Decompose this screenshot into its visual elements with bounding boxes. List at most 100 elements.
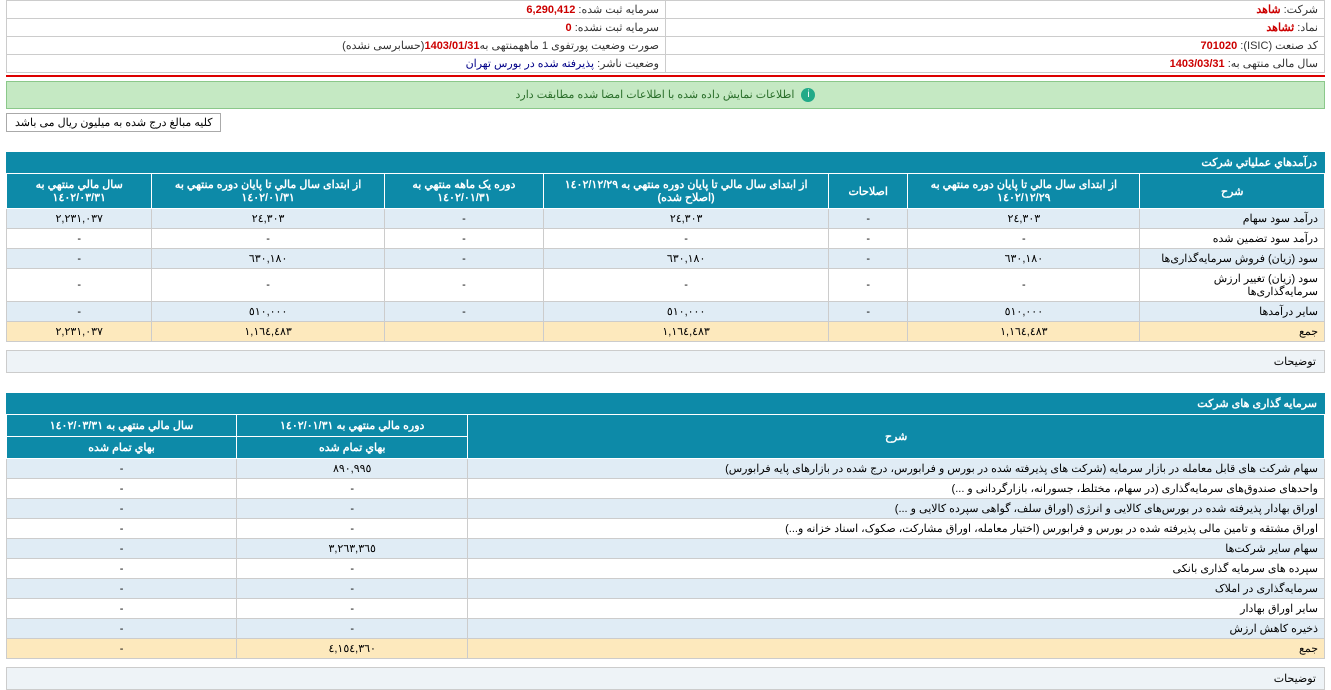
cell: ٦٣٠,١٨٠ [908,249,1140,269]
cell: ٢٤,٣٠٣ [908,209,1140,229]
cell: - [544,229,829,249]
cell: - [7,599,237,619]
unreg-cap-value: 0 [566,22,572,34]
cell: - [384,269,543,302]
table-row: ساير اوراق بهادار-- [7,599,1325,619]
table-row: درآمد سود سهام٢٤,٣٠٣-٢٤,٣٠٣-٢٤,٣٠٣٢,٢٣١,… [7,209,1325,229]
cell: ٥١٠,٠٠٠ [544,302,829,322]
publisher-value: پذيرفته شده در بورس تهران [466,58,594,70]
symbol-label: نماد: [1297,22,1318,34]
t1-header-1: از ابتدای سال مالي تا پایان دوره منتهي ب… [908,174,1140,209]
section1-header: درآمدهاي عملياتي شركت [6,152,1325,173]
table-row: ذخيره كاهش ارزش-- [7,619,1325,639]
info-icon: i [801,88,815,102]
cell: - [829,209,908,229]
cell: - [829,249,908,269]
cell: درآمد سود تضمين شده [1140,229,1325,249]
cell: - [908,229,1140,249]
cell: اوراق مشتقه و تامين مالی پذيرفته شده در … [468,519,1325,539]
confirmation-text: اطلاعات نمایش داده شده با اطلاعات امضا ش… [516,89,795,101]
cell: - [829,229,908,249]
cell: - [7,559,237,579]
cell: ٣,٢٦٣,٣٦٥ [237,539,468,559]
cell: - [544,269,829,302]
company-label: شركت: [1284,4,1318,16]
cell: - [237,499,468,519]
t1-header-6: سال مالي منتهي به ١٤٠٢/٠٣/٣١ [7,174,152,209]
confirmation-banner: i اطلاعات نمایش داده شده با اطلاعات امضا… [6,81,1325,109]
table-row: اوراق مشتقه و تامين مالی پذيرفته شده در … [7,519,1325,539]
cell: جمع [1140,322,1325,342]
isic-label: كد صنعت (ISIC): [1240,40,1318,52]
cell: ٦٣٠,١٨٠ [544,249,829,269]
cell: ٦٣٠,١٨٠ [152,249,384,269]
table-row: جمع١,١٦٤,٤٨٣١,١٦٤,٤٨٣١,١٦٤,٤٨٣٢,٢٣١,٠٣٧ [7,322,1325,342]
operating-income-table: شرحاز ابتدای سال مالي تا پایان دوره منته… [6,173,1325,342]
symbol-value: ثشاهد [1266,22,1294,34]
reg-cap-value: 6,290,412 [526,4,575,16]
cell: - [7,539,237,559]
notes-bar-2: توضيحات [6,667,1325,690]
portfolio-date: 1403/01/31 [424,40,479,52]
portfolio-label: صورت وضعیت پورتفوی 1 ماهه [519,40,659,52]
cell: - [7,249,152,269]
company-info-table: شركت: شاهد سرمايه ثبت شده: 6,290,412 نما… [6,0,1325,73]
table-row: اوراق بهادار پذيرفته شده در بورس‌های كال… [7,499,1325,519]
cell: - [237,579,468,599]
cell: - [7,519,237,539]
cell: سهام شركت های قابل معامله در بازار سرماي… [468,459,1325,479]
table-row: سهام ساير شركت‌ها٣,٢٦٣,٣٦٥- [7,539,1325,559]
cell: ١,١٦٤,٤٨٣ [152,322,384,342]
t2-h-period: دوره مالي منتهي به ١٤٠٢/٠١/٣١ [237,415,468,437]
cell: درآمد سود سهام [1140,209,1325,229]
cell: ٢,٢٣١,٠٣٧ [7,209,152,229]
table-row: واحدهای صندوق‌های سرمايه‌گذاری (در سهام،… [7,479,1325,499]
cell: - [7,479,237,499]
t2-h-desc: شرح [468,415,1325,459]
publisher-label: وضعیت ناشر: [597,58,659,70]
cell: - [7,269,152,302]
cell: ساير درآمدها [1140,302,1325,322]
cell: ذخيره كاهش ارزش [468,619,1325,639]
cell: - [384,249,543,269]
cell: ١,١٦٤,٤٨٣ [544,322,829,342]
t2-h-year: سال مالي منتهي به ١٤٠٢/٠٣/٣١ [7,415,237,437]
table-row: جمع٤,١٥٤,٣٦٠- [7,639,1325,659]
table-row: سهام شركت های قابل معامله در بازار سرماي… [7,459,1325,479]
cell: - [384,229,543,249]
cell [384,322,543,342]
cell: - [237,479,468,499]
isic-value: 701020 [1201,40,1238,52]
cell: - [7,639,237,659]
table-row: سپرده های سرمايه گذاری بانكی-- [7,559,1325,579]
cell: ٨٩٠,٩٩٥ [237,459,468,479]
portfolio-suffix: منتهی به [480,40,519,52]
cell: ٥١٠,٠٠٠ [908,302,1140,322]
cell: - [7,579,237,599]
cell: - [237,599,468,619]
cell: ٢٤,٣٠٣ [152,209,384,229]
cell: - [7,499,237,519]
t2-h-cost2: بهاي تمام شده [7,437,237,459]
currency-note: كليه مبالغ درج شده به ميليون ريال مى باش… [6,113,221,132]
table-row: سود (زيان) فروش سرمايه‌گذاری‌ها٦٣٠,١٨٠-٦… [7,249,1325,269]
cell: ٥١٠,٠٠٠ [152,302,384,322]
cell: ١,١٦٤,٤٨٣ [908,322,1140,342]
cell: اوراق بهادار پذيرفته شده در بورس‌های كال… [468,499,1325,519]
t1-header-5: از ابتدای سال مالي تا پایان دوره منتهي ب… [152,174,384,209]
notes-bar-1: توضيحات [6,350,1325,373]
cell: جمع [468,639,1325,659]
cell: - [908,269,1140,302]
company-value: شاهد [1256,4,1280,16]
cell: - [152,229,384,249]
reg-cap-label: سرمايه ثبت شده: [578,4,659,16]
cell: - [384,302,543,322]
cell: - [829,269,908,302]
table-row: درآمد سود تضمين شده------ [7,229,1325,249]
cell: سود (زيان) فروش سرمايه‌گذاری‌ها [1140,249,1325,269]
cell: - [237,619,468,639]
cell: ساير اوراق بهادار [468,599,1325,619]
cell: واحدهای صندوق‌های سرمايه‌گذاری (در سهام،… [468,479,1325,499]
cell: - [237,519,468,539]
cell: سپرده های سرمايه گذاری بانكی [468,559,1325,579]
